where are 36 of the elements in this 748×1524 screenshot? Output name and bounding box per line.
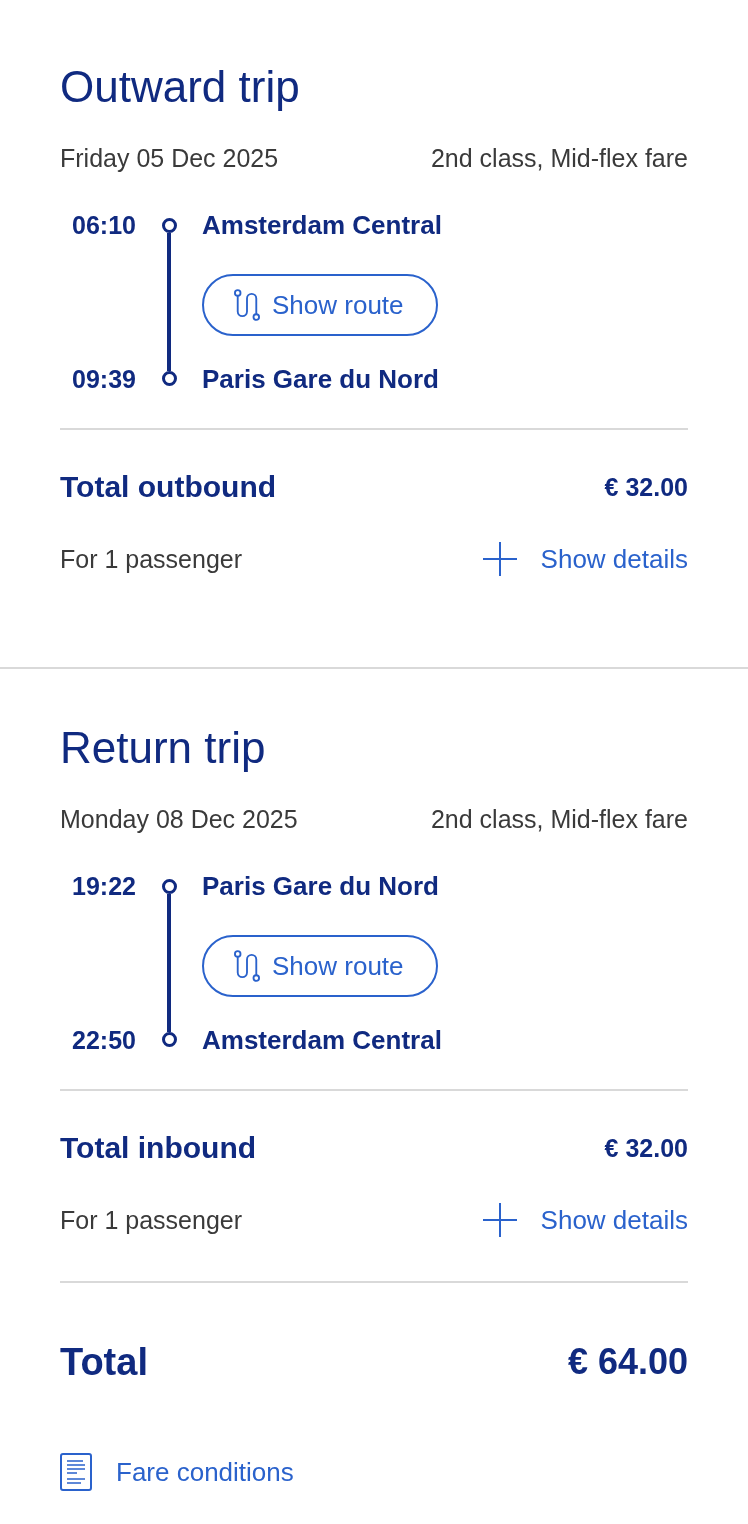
trip-title: Return trip bbox=[60, 722, 267, 774]
stop-marker-icon bbox=[161, 371, 177, 386]
show-details-button[interactable]: Show details bbox=[482, 542, 688, 576]
trip-total-label: Total outbound bbox=[60, 469, 277, 505]
departure-station: Paris Gare du Nord bbox=[202, 870, 439, 903]
trip-total-label: Total inbound bbox=[60, 1130, 257, 1166]
departure-station: Amsterdam Central bbox=[202, 209, 442, 242]
trip-total-price: € 32.00 bbox=[604, 472, 688, 503]
stop-marker-icon bbox=[161, 218, 177, 233]
fare-class: 2nd class, Mid-flex fare bbox=[430, 804, 688, 835]
trip-total-price: € 32.00 bbox=[604, 1133, 688, 1164]
show-details-button[interactable]: Show details bbox=[482, 1203, 688, 1237]
arrival-time: 22:50 bbox=[72, 1025, 136, 1056]
grand-total-price: € 64.00 bbox=[567, 1340, 688, 1384]
departure-time: 06:10 bbox=[72, 210, 136, 241]
departure-time: 19:22 bbox=[72, 871, 136, 902]
arrival-station: Paris Gare du Nord bbox=[202, 363, 439, 396]
grand-total-label: Total bbox=[60, 1340, 148, 1385]
arrival-time: 09:39 bbox=[72, 364, 136, 395]
trip-title: Outward trip bbox=[60, 61, 301, 113]
fare-class: 2nd class, Mid-flex fare bbox=[430, 143, 688, 174]
document-icon bbox=[60, 1453, 92, 1491]
trip-date: Friday 05 Dec 2025 bbox=[60, 143, 279, 174]
fare-conditions-link[interactable]: Fare conditions bbox=[60, 1453, 294, 1491]
stop-marker-icon bbox=[161, 1032, 177, 1047]
show-route-button[interactable]: Show route bbox=[202, 274, 438, 336]
plus-icon bbox=[482, 1203, 517, 1237]
passenger-count: For 1 passenger bbox=[60, 1205, 243, 1236]
route-icon bbox=[234, 950, 260, 982]
show-route-button[interactable]: Show route bbox=[202, 935, 438, 997]
route-icon bbox=[234, 289, 260, 321]
plus-icon bbox=[482, 542, 517, 576]
arrival-station: Amsterdam Central bbox=[202, 1024, 442, 1057]
stop-marker-icon bbox=[161, 879, 177, 894]
trip-date: Monday 08 Dec 2025 bbox=[60, 804, 298, 835]
passenger-count: For 1 passenger bbox=[60, 544, 243, 575]
